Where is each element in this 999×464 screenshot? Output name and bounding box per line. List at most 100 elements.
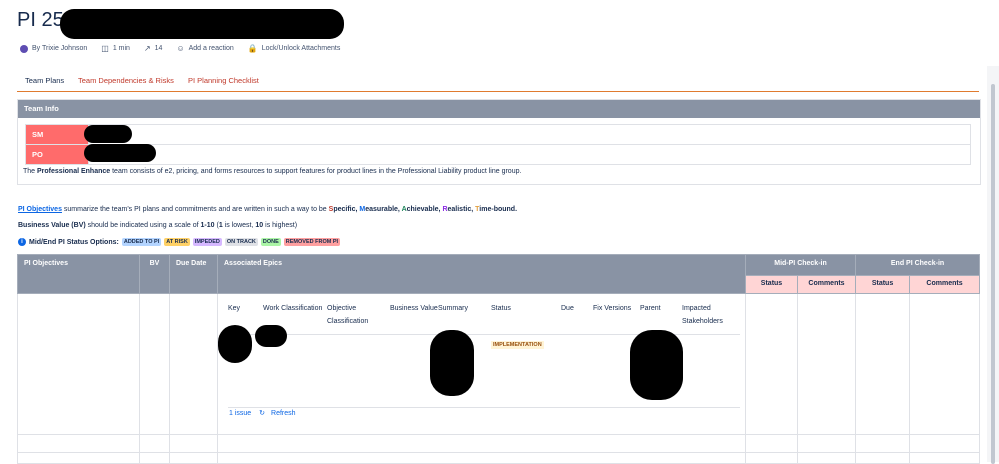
- po-label: PO: [25, 144, 89, 165]
- scrollbar[interactable]: [987, 66, 999, 464]
- refresh-icon[interactable]: ↻: [259, 410, 265, 417]
- smart-text: pecific,: [333, 206, 360, 213]
- team-info-header: Team Info: [18, 100, 980, 118]
- book-icon: ◫: [101, 44, 109, 53]
- tab-bar: Team Plans Team Dependencies & Risks PI …: [17, 74, 979, 92]
- bv-text: is lowest,: [222, 222, 256, 229]
- bv-range: 1-10: [200, 222, 215, 229]
- mid-comments-cell[interactable]: [796, 293, 857, 435]
- add-reaction-button[interactable]: Add a reaction: [189, 45, 234, 52]
- redaction: [84, 144, 156, 162]
- col-end-status: Status: [855, 274, 911, 295]
- col-due[interactable]: Due: [561, 300, 593, 335]
- smart-text: ealistic,: [447, 206, 476, 213]
- objective-cell[interactable]: [17, 293, 140, 435]
- col-associated-epics: Associated Epics: [217, 254, 746, 294]
- author-name[interactable]: By Trixie Johnson: [32, 45, 87, 52]
- epics-cell[interactable]: [217, 434, 746, 453]
- team-description: The Professional Enhance team consists o…: [23, 168, 521, 175]
- refresh-link[interactable]: Refresh: [271, 410, 296, 417]
- redaction: [60, 9, 344, 39]
- epic-due: [561, 334, 593, 408]
- bv-cell[interactable]: [139, 293, 170, 435]
- team-name: Professional Enhance: [37, 168, 111, 175]
- sm-label: SM: [25, 124, 89, 145]
- table-header-row: PI Objectives BV Due Date Associated Epi…: [17, 254, 981, 294]
- smile-icon: ☺: [176, 44, 185, 53]
- jira-footer: 1 issue ↻ Refresh: [229, 409, 302, 417]
- col-mid-status: Status: [745, 274, 798, 295]
- tab-team-plans[interactable]: Team Plans: [25, 76, 64, 85]
- bv-lead: Business Value (BV): [18, 222, 86, 229]
- scrollbar-thumb[interactable]: [991, 84, 995, 464]
- tab-team-dependencies[interactable]: Team Dependencies & Risks: [78, 76, 174, 85]
- smart-text: ime-bound.: [479, 206, 518, 213]
- mid-status-cell[interactable]: [745, 434, 798, 453]
- info-icon: i: [18, 238, 26, 246]
- issue-count-link[interactable]: 1 issue: [229, 410, 251, 417]
- status-lozenge: IMPEDED: [192, 238, 222, 246]
- lock-unlock-link[interactable]: Lock/Unlock Attachments: [262, 45, 341, 52]
- due-date-cell[interactable]: [169, 434, 218, 453]
- bv-text: should be indicated using a scale of: [85, 222, 201, 229]
- redaction: [218, 325, 252, 363]
- bv-text: is highest): [263, 222, 298, 229]
- epic-objective-classification: [327, 334, 390, 408]
- col-bv: BV: [139, 254, 170, 294]
- col-mid-comments: Comments: [796, 274, 857, 295]
- business-value-note: Business Value (BV) should be indicated …: [18, 222, 297, 229]
- col-mid-pi-checkin: Mid-PI Check-in: [744, 254, 857, 276]
- objectives-table: PI Objectives BV Due Date Associated Epi…: [17, 254, 981, 464]
- col-end-pi-checkin: End PI Check-in: [855, 254, 981, 276]
- col-fix-versions[interactable]: Fix Versions: [593, 300, 640, 335]
- mid-comments-cell[interactable]: [796, 434, 857, 453]
- redaction: [630, 330, 683, 400]
- sm-value: [88, 124, 971, 145]
- read-time: 1 min: [112, 45, 130, 52]
- smart-text: easurable,: [365, 206, 402, 213]
- col-status[interactable]: Status: [491, 300, 561, 335]
- epic-impacted-stakeholders: [682, 334, 740, 408]
- col-due-date: Due Date: [169, 254, 218, 294]
- col-impacted-stakeholders[interactable]: Impacted Stakeholders: [682, 300, 740, 335]
- status-badge: IMPLEMENTATION: [491, 341, 544, 349]
- pi-objectives-link[interactable]: PI Objectives: [18, 206, 62, 213]
- note-text: summarize the team's PI plans and commit…: [61, 206, 329, 213]
- redaction: [255, 325, 287, 347]
- team-info-table: SM PO: [25, 124, 971, 165]
- mid-status-cell[interactable]: [745, 293, 798, 435]
- desc-text: The: [23, 168, 38, 175]
- table-row: Key Work Classification Objective Classi…: [17, 293, 981, 435]
- due-date-cell[interactable]: [169, 293, 218, 435]
- table-row: [17, 434, 981, 453]
- end-comments-cell[interactable]: [909, 293, 981, 435]
- avatar[interactable]: [20, 44, 28, 53]
- status-lozenge: ON TRACK: [224, 238, 258, 246]
- objective-cell[interactable]: [17, 434, 140, 453]
- objectives-note: PI Objectives summarize the team's PI pl…: [18, 206, 517, 213]
- desc-text: team consists of e2, pricing, and forms …: [110, 168, 522, 175]
- view-count[interactable]: 14: [155, 45, 163, 52]
- end-comments-cell[interactable]: [909, 434, 981, 453]
- status-lozenge: ADDED TO PI: [121, 238, 162, 246]
- status-lozenge: REMOVED FROM PI: [283, 238, 341, 246]
- table-row: SM: [25, 124, 971, 145]
- col-end-comments: Comments: [909, 274, 981, 295]
- team-info-panel: Team Info SM PO The Professional Enhance…: [17, 99, 981, 185]
- tab-pi-planning-checklist[interactable]: PI Planning Checklist: [188, 76, 259, 85]
- table-row: PO: [25, 144, 971, 165]
- lock-icon: 🔒: [247, 44, 258, 53]
- end-status-cell[interactable]: [855, 434, 911, 453]
- status-lozenge: AT RISK: [164, 238, 190, 246]
- bv-cell[interactable]: [139, 434, 170, 453]
- end-status-cell[interactable]: [855, 293, 911, 435]
- chart-icon: ↗: [143, 44, 151, 53]
- objectives-grid: PI Objectives BV Due Date Associated Epi…: [17, 254, 981, 464]
- status-options: i Mid/End PI Status Options: ADDED TO PI…: [18, 238, 341, 246]
- status-lozenge: DONE: [260, 238, 281, 246]
- col-business-value[interactable]: Business Value: [390, 300, 438, 335]
- smart-text: chievable,: [406, 206, 443, 213]
- redaction: [84, 125, 132, 143]
- status-options-label: Mid/End PI Status Options:: [29, 238, 119, 246]
- col-objective-classification[interactable]: Objective Classification: [327, 300, 390, 335]
